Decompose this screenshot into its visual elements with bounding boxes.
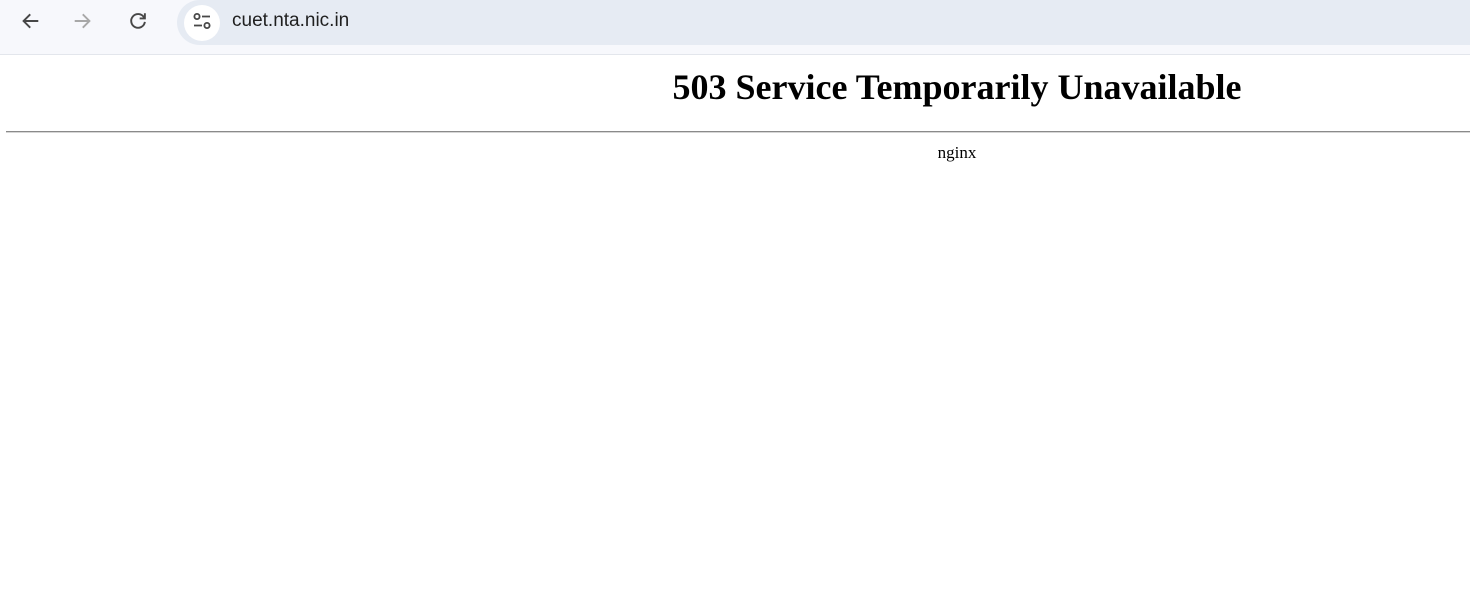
server-name: nginx xyxy=(937,143,977,162)
address-bar[interactable]: cuet.nta.nic.in xyxy=(177,0,1470,45)
page-title: 503 Service Temporarily Unavailable xyxy=(672,67,1242,107)
reload-icon xyxy=(127,10,149,32)
arrow-right-icon xyxy=(72,10,94,32)
forward-button[interactable] xyxy=(66,4,100,38)
arrow-left-icon xyxy=(19,10,41,32)
reload-button[interactable] xyxy=(121,4,155,38)
tune-icon xyxy=(192,11,212,36)
browser-toolbar: cuet.nta.nic.in xyxy=(0,0,1470,55)
page-content: 503 Service Temporarily Unavailable ngin… xyxy=(0,56,1470,616)
back-button[interactable] xyxy=(13,4,47,38)
url-text[interactable]: cuet.nta.nic.in xyxy=(232,10,349,32)
site-info-button[interactable] xyxy=(184,5,220,41)
horizontal-rule xyxy=(6,131,1470,133)
